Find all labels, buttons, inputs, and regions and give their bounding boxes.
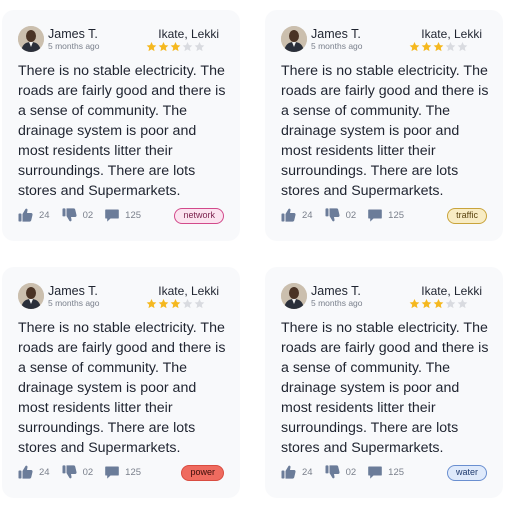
review-header: James T. 5 months ago Ikate, Lekki <box>18 24 224 54</box>
review-text: There is no stable electricity. The road… <box>281 320 489 456</box>
star-filled-icon <box>421 299 432 309</box>
star-filled-icon <box>158 42 169 52</box>
reviewer-name: James T. <box>48 284 98 298</box>
star-filled-icon <box>433 42 444 52</box>
star-empty-icon <box>445 299 456 309</box>
review-actions: 24 02 125 traffic <box>281 206 487 224</box>
category-tag[interactable]: traffic <box>447 208 487 224</box>
thumbs-up-icon <box>281 208 296 222</box>
thumbs-down-icon <box>325 208 340 222</box>
comment-icon <box>368 209 382 222</box>
review-location: Ikate, Lekki <box>421 284 482 298</box>
dislike-count: 02 <box>82 209 94 221</box>
comment-count: 125 <box>125 209 142 221</box>
star-empty-icon <box>182 42 193 52</box>
thumbs-up-icon <box>281 465 296 479</box>
comment-count: 125 <box>125 466 142 478</box>
review-location: Ikate, Lekki <box>158 284 219 298</box>
star-empty-icon <box>457 42 468 52</box>
comment-count: 125 <box>388 209 405 221</box>
like-button[interactable]: 24 <box>18 465 50 479</box>
review-text: There is no stable electricity. The road… <box>18 320 226 456</box>
comment-button[interactable]: 125 <box>368 466 404 479</box>
thumbs-down-icon <box>62 465 77 479</box>
avatar[interactable] <box>281 26 307 52</box>
review-header: James T. 5 months ago Ikate, Lekki <box>18 281 224 311</box>
dislike-count: 02 <box>82 466 94 478</box>
star-filled-icon <box>146 299 157 309</box>
avatar[interactable] <box>281 283 307 309</box>
review-card[interactable]: James T. 5 months ago Ikate, Lekki There… <box>265 10 503 241</box>
comment-button[interactable]: 125 <box>105 466 141 479</box>
star-rating <box>409 298 468 309</box>
review-text: There is no stable electricity. The road… <box>281 63 489 199</box>
comment-count: 125 <box>388 466 405 478</box>
reviewer-name: James T. <box>311 284 361 298</box>
review-actions: 24 02 125 power <box>18 463 224 481</box>
review-text: There is no stable electricity. The road… <box>18 63 226 199</box>
review-date: 5 months ago <box>311 298 363 308</box>
dislike-button[interactable]: 02 <box>62 465 94 479</box>
reviewer-name: James T. <box>311 27 361 41</box>
dislike-button[interactable]: 02 <box>325 465 357 479</box>
avatar[interactable] <box>18 283 44 309</box>
like-count: 24 <box>39 209 50 221</box>
star-filled-icon <box>409 42 420 52</box>
star-filled-icon <box>433 299 444 309</box>
star-rating <box>409 41 468 52</box>
comment-button[interactable]: 125 <box>105 209 141 222</box>
comment-icon <box>105 466 119 479</box>
thumbs-up-icon <box>18 208 33 222</box>
star-filled-icon <box>170 42 181 52</box>
review-date: 5 months ago <box>48 298 100 308</box>
review-date: 5 months ago <box>311 41 363 51</box>
star-filled-icon <box>170 299 181 309</box>
category-tag[interactable]: water <box>446 465 487 481</box>
review-date: 5 months ago <box>48 41 100 51</box>
star-empty-icon <box>182 299 193 309</box>
review-location: Ikate, Lekki <box>421 27 482 41</box>
star-empty-icon <box>445 42 456 52</box>
star-rating <box>146 41 205 52</box>
review-header: James T. 5 months ago Ikate, Lekki <box>281 24 487 54</box>
category-tag[interactable]: network <box>174 208 224 224</box>
star-filled-icon <box>158 299 169 309</box>
dislike-button[interactable]: 02 <box>62 208 94 222</box>
star-empty-icon <box>457 299 468 309</box>
like-count: 24 <box>302 466 313 478</box>
like-count: 24 <box>39 466 50 478</box>
thumbs-down-icon <box>325 465 340 479</box>
category-tag[interactable]: power <box>181 465 224 481</box>
dislike-button[interactable]: 02 <box>325 208 357 222</box>
review-location: Ikate, Lekki <box>158 27 219 41</box>
star-empty-icon <box>194 42 205 52</box>
review-card[interactable]: James T. 5 months ago Ikate, Lekki There… <box>2 267 240 498</box>
dislike-count: 02 <box>345 209 357 221</box>
like-count: 24 <box>302 209 313 221</box>
star-filled-icon <box>409 299 420 309</box>
like-button[interactable]: 24 <box>18 208 50 222</box>
star-filled-icon <box>421 42 432 52</box>
star-filled-icon <box>146 42 157 52</box>
reviewer-name: James T. <box>48 27 98 41</box>
dislike-count: 02 <box>345 466 357 478</box>
star-rating <box>146 298 205 309</box>
review-card[interactable]: James T. 5 months ago Ikate, Lekki There… <box>265 267 503 498</box>
review-card[interactable]: James T. 5 months ago Ikate, Lekki There… <box>2 10 240 241</box>
like-button[interactable]: 24 <box>281 465 313 479</box>
review-actions: 24 02 125 network <box>18 206 224 224</box>
avatar[interactable] <box>18 26 44 52</box>
comment-icon <box>368 466 382 479</box>
like-button[interactable]: 24 <box>281 208 313 222</box>
comment-button[interactable]: 125 <box>368 209 404 222</box>
comment-icon <box>105 209 119 222</box>
review-header: James T. 5 months ago Ikate, Lekki <box>281 281 487 311</box>
thumbs-up-icon <box>18 465 33 479</box>
review-actions: 24 02 125 water <box>281 463 487 481</box>
thumbs-down-icon <box>62 208 77 222</box>
star-empty-icon <box>194 299 205 309</box>
